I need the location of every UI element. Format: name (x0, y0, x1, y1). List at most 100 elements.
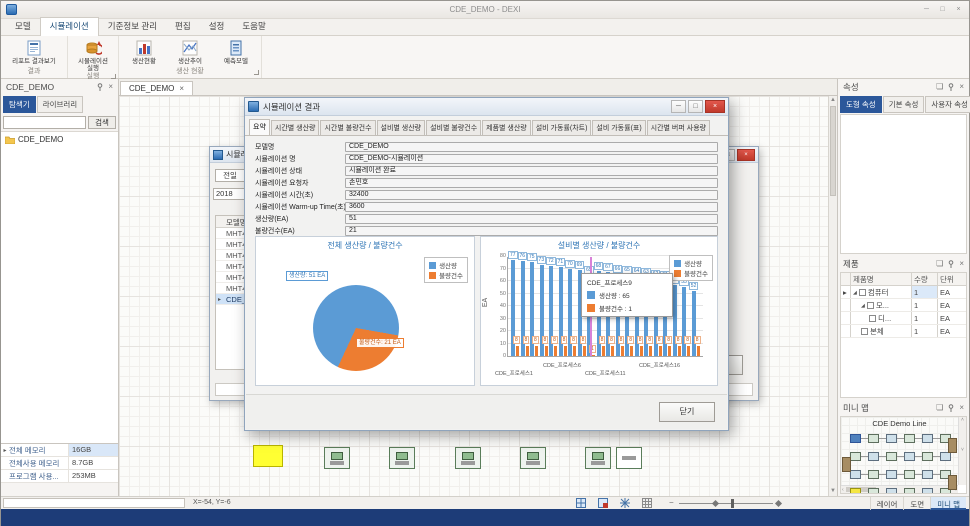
pin-icon[interactable] (96, 83, 104, 91)
expander-icon[interactable]: ◢ (861, 303, 865, 309)
report-results-button[interactable]: 리포트 결과보기 (3, 37, 65, 67)
field-value[interactable]: 시뮬레이션 완료 (345, 166, 718, 176)
field-value[interactable]: CDE_DEMO (345, 142, 718, 152)
snap-grid-icon[interactable] (620, 498, 630, 508)
pin-icon[interactable] (947, 83, 955, 91)
memory-stat-row[interactable]: ▸전체 메모리16GB (1, 444, 118, 457)
expander-icon[interactable]: ◢ (853, 290, 857, 296)
product-checkbox[interactable] (861, 328, 868, 335)
minimap-content[interactable]: CDE Demo Line ˄˅ ‹› (840, 416, 967, 494)
close-panel-icon[interactable]: × (959, 260, 964, 268)
run-simulation-button[interactable]: 시뮬레이션 실행 (70, 37, 116, 72)
pie-chart[interactable] (313, 285, 399, 371)
pin-icon[interactable] (947, 404, 955, 412)
memory-stat-row[interactable]: 전체사용 메모리8.7GB (1, 457, 118, 470)
result-tab-4[interactable]: 설비별 불량건수 (426, 120, 481, 135)
layer-view-icon[interactable] (576, 498, 586, 508)
document-tab[interactable]: CDE_DEMO × (120, 81, 193, 95)
explorer-tab-0[interactable]: 탐색기 (3, 96, 36, 113)
menu-tab-4[interactable]: 설정 (200, 18, 234, 35)
scroll-left-icon[interactable]: ‹ (842, 487, 844, 493)
scroll-up-icon[interactable]: ▲ (829, 96, 837, 105)
tree-item-model[interactable]: CDE_DEMO (5, 135, 114, 144)
field-value[interactable]: 손민호 (345, 178, 718, 188)
machine-shape[interactable] (455, 447, 481, 469)
bar-group[interactable]: 728 (549, 266, 557, 356)
zoom-slider[interactable]: − (669, 499, 781, 508)
machine-shape[interactable] (520, 447, 546, 469)
product-row[interactable]: 본체1EA (841, 325, 966, 338)
restore-panel-icon[interactable]: ❏ (936, 260, 943, 268)
result-tab-2[interactable]: 시간별 불량건수 (320, 120, 375, 135)
product-checkbox[interactable] (867, 302, 874, 309)
production-trend-button[interactable]: 생산추이 (167, 37, 213, 67)
bar-group[interactable]: 528 (692, 291, 700, 356)
close-panel-icon[interactable]: × (959, 83, 964, 91)
product-checkbox[interactable] (869, 315, 876, 322)
bar-group[interactable]: 758 (530, 262, 538, 356)
property-tab-0[interactable]: 도형 속성 (840, 96, 882, 113)
machine-shape[interactable] (585, 447, 611, 469)
close-button[interactable]: × (737, 149, 755, 161)
bar-group[interactable]: 738 (540, 265, 548, 356)
result-tab-1[interactable]: 시간별 생산량 (271, 120, 320, 135)
prediction-model-button[interactable]: 예측모델 (213, 37, 259, 67)
zoom-in-icon[interactable] (775, 500, 782, 507)
explorer-tab-1[interactable]: 라이브러리 (37, 96, 84, 113)
export-view-icon[interactable] (598, 498, 608, 508)
search-button[interactable]: 검색 (88, 116, 116, 129)
grid-toggle-icon[interactable] (642, 498, 652, 508)
menu-tab-3[interactable]: 편집 (166, 18, 200, 35)
maximize-button[interactable]: □ (688, 100, 703, 113)
field-value[interactable]: 32400 (345, 190, 718, 200)
result-tab-0[interactable]: 요약 (249, 119, 270, 135)
product-checkbox[interactable] (859, 289, 866, 296)
property-tab-1[interactable]: 기본 속성 (883, 96, 925, 113)
field-value[interactable]: 51 (345, 214, 718, 224)
pin-icon[interactable] (947, 260, 955, 268)
menu-tab-0[interactable]: 모델 (6, 18, 40, 35)
minimize-button[interactable]: ─ (671, 100, 686, 113)
zoom-slider-track[interactable] (679, 503, 773, 504)
zoom-out-icon[interactable]: − (669, 498, 674, 507)
bar-group[interactable]: 778 (511, 260, 519, 356)
result-dialog-titlebar[interactable]: 시뮬레이션 결과 ─ □ × (245, 98, 728, 116)
bar-group[interactable]: 578 (673, 285, 681, 356)
product-row[interactable]: ◢모...1EA (841, 299, 966, 312)
menu-tab-5[interactable]: 도움말 (233, 18, 274, 35)
dialog-launcher-icon[interactable] (254, 70, 259, 75)
result-tab-8[interactable]: 시간별 버퍼 사용량 (647, 120, 710, 135)
scrollbar-thumb[interactable] (830, 106, 836, 196)
result-tab-3[interactable]: 설비별 생산량 (377, 120, 426, 135)
scroll-down-icon[interactable]: ▼ (829, 487, 837, 496)
period-button[interactable]: 전일 (215, 169, 245, 182)
view-tab-1[interactable]: 도면 (903, 497, 930, 510)
machine-shape[interactable] (389, 447, 415, 469)
zoom-slider-thumb[interactable] (731, 499, 734, 508)
model-canvas[interactable]: 시뮬레 ─ □ × 전일 2018 모델명 MHT4MHT4MHT4MHT4MH… (119, 96, 837, 496)
bar-group[interactable]: 718 (559, 267, 567, 356)
product-row[interactable]: 디...1EA (841, 312, 966, 325)
close-dialog-button[interactable]: 닫기 (659, 402, 715, 422)
close-panel-icon[interactable]: × (959, 404, 964, 412)
product-row[interactable]: ▸◢컴퓨터1EA (841, 286, 966, 299)
bar-group[interactable]: 558 (682, 287, 690, 356)
property-tab-2[interactable]: 사용자 속성 (925, 96, 970, 113)
result-tab-6[interactable]: 설비 가동률(차트) (532, 120, 592, 135)
production-status-button[interactable]: 생산현황 (121, 37, 167, 67)
restore-panel-icon[interactable]: ❏ (936, 404, 943, 412)
memory-stat-row[interactable]: 프로그램 사용...253MB (1, 470, 118, 483)
view-tab-2[interactable]: 미니 맵 (930, 497, 966, 510)
search-input[interactable] (3, 116, 86, 129)
close-button[interactable]: × (705, 100, 725, 113)
menu-tab-1[interactable]: 시뮬레이션 (40, 17, 99, 36)
field-value[interactable]: 3600 (345, 202, 718, 212)
restore-panel-icon[interactable]: ❏ (936, 83, 943, 91)
minimap-canvas[interactable]: CDE Demo Line (841, 417, 958, 485)
minimap-vertical-scrollbar[interactable]: ˄˅ (958, 417, 966, 485)
machine-shape[interactable] (616, 447, 642, 469)
machine-shape[interactable] (324, 447, 350, 469)
field-value[interactable]: CDE_DEMO-시뮬레이션 (345, 154, 718, 164)
dialog-launcher-icon[interactable] (111, 74, 116, 79)
menu-tab-2[interactable]: 기준정보 관리 (99, 18, 166, 35)
